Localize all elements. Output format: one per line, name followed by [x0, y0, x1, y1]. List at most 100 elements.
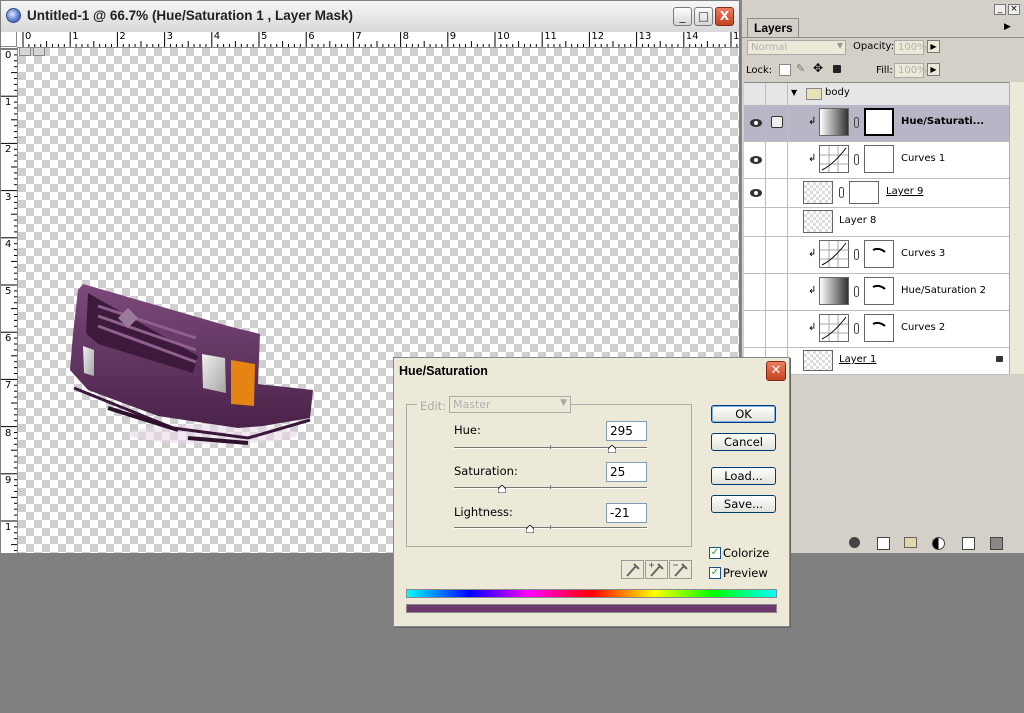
layer-thumbnail[interactable] — [803, 350, 833, 371]
layer-list[interactable]: ▼ body ↲ Hue/Saturati... ↲ Curves 1 Laye… — [744, 82, 1009, 375]
layer-link[interactable] — [766, 311, 788, 347]
adjustment-thumbnail[interactable] — [819, 108, 849, 136]
lightness-slider-track[interactable] — [454, 525, 647, 533]
mask-thumbnail[interactable] — [864, 277, 894, 305]
layer-style-icon[interactable] — [849, 537, 860, 548]
curves-thumbnail[interactable] — [819, 145, 849, 173]
dialog-close-button[interactable]: ✕ — [766, 361, 786, 381]
palette-minimize-button[interactable]: _ — [994, 4, 1006, 15]
layer-thumbnail[interactable] — [803, 210, 833, 233]
layer-visibility[interactable] — [744, 237, 766, 273]
mask-thumbnail[interactable] — [864, 145, 894, 173]
layer-row[interactable]: Layer 8 — [744, 208, 1009, 237]
layer-link[interactable] — [766, 179, 788, 207]
layer-visibility[interactable] — [744, 105, 766, 141]
mask-thumbnail[interactable] — [864, 314, 894, 342]
chain-icon[interactable] — [854, 154, 859, 165]
layer-visibility[interactable] — [744, 311, 766, 347]
layer-link[interactable] — [766, 142, 788, 178]
save-button[interactable]: Save... — [711, 495, 776, 513]
group-visibility[interactable] — [744, 83, 766, 105]
ok-button[interactable]: OK — [711, 405, 776, 423]
colorize-label: Colorize — [723, 546, 770, 560]
quick-mask-icon[interactable] — [19, 47, 31, 56]
saturation-field[interactable]: 25 — [606, 462, 647, 482]
tab-layers[interactable]: Layers — [747, 18, 799, 37]
edit-select[interactable]: Master ▼ — [449, 396, 571, 413]
layer-mask-link[interactable] — [766, 105, 788, 141]
layer-visibility[interactable] — [744, 208, 766, 236]
screen-mode-icon[interactable] — [33, 47, 45, 56]
lock-move-icon[interactable]: ✥ — [813, 61, 823, 75]
opacity-slider-button[interactable]: ▶ — [927, 40, 940, 53]
layer-row[interactable]: ↲ Curves 2 — [744, 311, 1009, 348]
minimize-button[interactable]: _ — [673, 7, 692, 26]
layer-link[interactable] — [766, 208, 788, 236]
colorize-checkbox[interactable]: ✓ — [709, 547, 721, 559]
ruler-number: 0 — [5, 50, 12, 61]
chain-icon[interactable] — [839, 187, 844, 198]
maximize-button[interactable]: □ — [694, 7, 713, 26]
lightness-field[interactable]: -21 — [606, 503, 647, 523]
new-adjustment-layer-icon[interactable] — [932, 537, 945, 550]
mask-thumbnail[interactable] — [849, 181, 879, 204]
layer-thumbnail[interactable] — [803, 181, 833, 204]
curves-thumbnail[interactable] — [819, 314, 849, 342]
horizontal-ruler[interactable]: 0123456789101112131415 — [17, 32, 739, 48]
layer-row[interactable]: ↲ Curves 1 — [744, 142, 1009, 179]
layer-list-scrollbar[interactable] — [1009, 82, 1024, 374]
cancel-button[interactable]: Cancel — [711, 433, 776, 451]
close-button[interactable]: X — [715, 7, 734, 26]
group-expand-icon[interactable]: ▼ — [791, 88, 797, 97]
curves-thumbnail[interactable] — [819, 240, 849, 268]
hue-field[interactable]: 295 — [606, 421, 647, 441]
chain-icon[interactable] — [854, 286, 859, 297]
dialog-title-bar[interactable]: Hue/Saturation ✕ — [394, 358, 789, 384]
layer-row[interactable]: ↲ Hue/Saturation 2 — [744, 274, 1009, 311]
hue-slider-knob[interactable] — [608, 445, 616, 453]
fill-field[interactable]: 100% — [894, 63, 927, 78]
new-layer-icon[interactable] — [962, 537, 975, 550]
layer-visibility[interactable] — [744, 274, 766, 310]
group-link[interactable] — [766, 83, 788, 105]
eyedropper-plus-icon[interactable] — [645, 560, 668, 579]
chain-icon[interactable] — [854, 249, 859, 260]
saturation-slider-track[interactable] — [454, 485, 647, 493]
lightness-slider-knob[interactable] — [526, 525, 534, 533]
eyedropper-minus-icon[interactable] — [669, 560, 692, 579]
layer-group-row[interactable]: ▼ body — [744, 83, 1009, 106]
vertical-ruler[interactable]: 0 1 2 3 4 5 6 7 8 9 1 — [1, 47, 18, 553]
trash-icon[interactable] — [990, 537, 1003, 550]
mask-thumbnail[interactable] — [864, 240, 894, 268]
layer-row[interactable]: ↲ Hue/Saturati... — [744, 105, 1009, 142]
new-group-icon[interactable] — [904, 537, 917, 548]
layer-row[interactable]: ↲ Curves 3 — [744, 237, 1009, 274]
chain-icon[interactable] — [854, 323, 859, 334]
saturation-slider-knob[interactable] — [498, 485, 506, 493]
opacity-field[interactable]: 100% — [894, 40, 927, 55]
layer-link[interactable] — [766, 237, 788, 273]
hue-slider-track[interactable] — [454, 445, 647, 453]
document-title-bar[interactable]: Untitled-1 @ 66.7% (Hue/Saturation 1 , L… — [1, 1, 739, 33]
adjustment-thumbnail[interactable] — [819, 277, 849, 305]
lock-brush-icon[interactable]: ✎ — [796, 62, 805, 75]
layer-visibility[interactable] — [744, 179, 766, 207]
lock-all-icon[interactable] — [833, 65, 841, 73]
layer-link[interactable] — [766, 274, 788, 310]
add-mask-icon[interactable] — [877, 537, 890, 550]
lock-transparency-icon[interactable] — [779, 64, 791, 76]
palette-menu-icon[interactable]: ▶ — [1004, 22, 1011, 32]
palette-close-button[interactable]: × — [1008, 4, 1020, 15]
dialog-title: Hue/Saturation — [399, 364, 488, 378]
layer-visibility[interactable] — [744, 142, 766, 178]
eyedropper-icon[interactable] — [621, 560, 644, 579]
load-button[interactable]: Load... — [711, 467, 776, 485]
layer-row[interactable]: Layer 9 — [744, 179, 1009, 208]
mask-thumbnail[interactable] — [864, 108, 894, 136]
preview-checkbox[interactable]: ✓ — [709, 567, 721, 579]
chain-icon[interactable] — [854, 117, 859, 128]
blend-mode-select[interactable]: Normal ▼ — [747, 40, 846, 55]
fill-slider-button[interactable]: ▶ — [927, 63, 940, 76]
ruler-number: 4 — [213, 32, 221, 42]
ruler-origin[interactable] — [1, 32, 17, 47]
